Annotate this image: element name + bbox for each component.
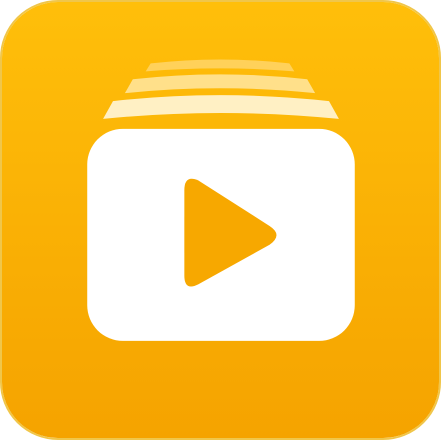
video-player-icon xyxy=(2,2,439,438)
app-icon[interactable] xyxy=(0,0,441,440)
